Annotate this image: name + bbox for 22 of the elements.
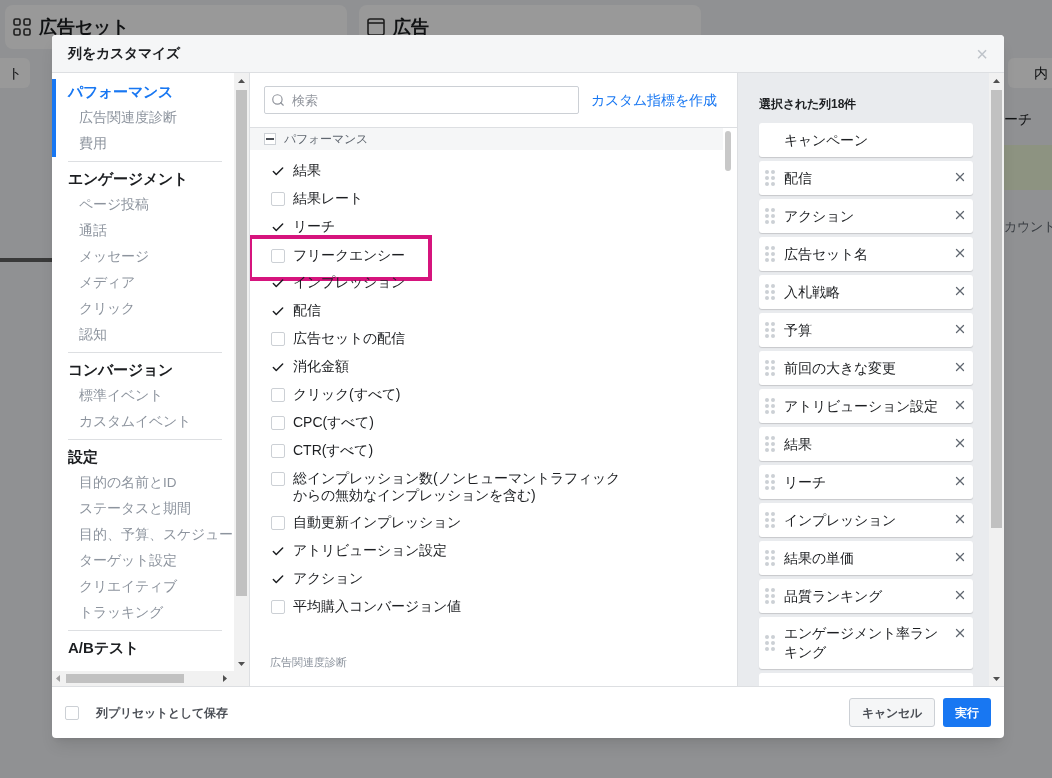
column-label: 予算: [784, 320, 813, 340]
column-label: リーチ: [784, 472, 827, 492]
column-label: 配信: [784, 168, 813, 188]
column-label: アクション: [784, 206, 855, 226]
group-title: 広告関連度診断: [270, 656, 347, 668]
column-label: 入札戦略: [784, 282, 841, 302]
save-preset-label: 列プリセットとして保存: [96, 704, 228, 722]
column-label: 結果の単価: [784, 548, 855, 568]
column-label: 前回の大きな変更: [784, 358, 897, 378]
column-label: アトリビューション設定: [784, 396, 939, 416]
panel-title: 広告: [393, 15, 429, 39]
panel-title: 広告セット: [39, 15, 129, 39]
table-cell-text: カウント: [1004, 218, 1052, 237]
column-label: 広告セット名: [784, 244, 869, 264]
column-label: 品質ランキング: [784, 586, 883, 606]
selected-count: 選択された列18件: [759, 96, 858, 113]
column-header: ーチ: [1004, 109, 1032, 129]
column-label: エンゲージメント率ランキング: [784, 624, 939, 662]
column-label: キャンペーン: [784, 130, 869, 150]
column-label: 結果: [784, 434, 813, 454]
column-label: インプレッション: [784, 510, 897, 530]
group-title: パフォーマンス: [284, 131, 368, 148]
